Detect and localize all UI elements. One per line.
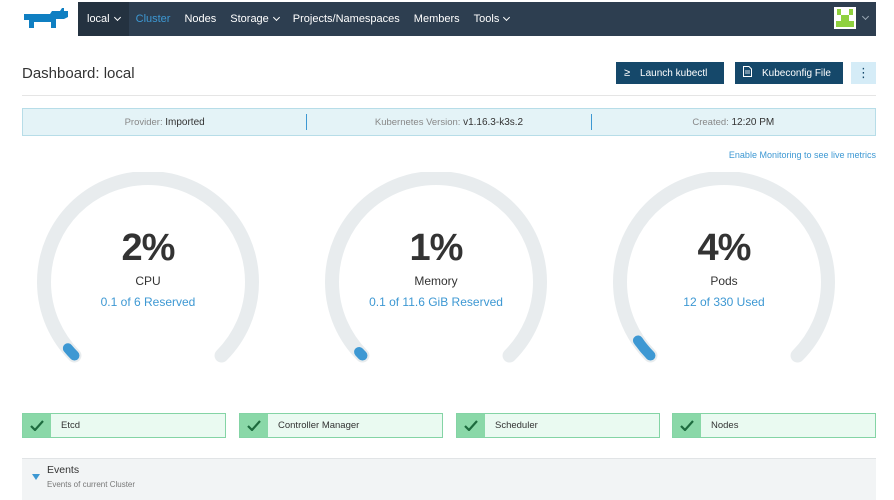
gauge-name: Pods xyxy=(710,274,738,288)
created-value: 12:20 PM xyxy=(731,116,775,128)
nav-item-tools[interactable]: Tools xyxy=(467,2,517,36)
rancher-logo-icon[interactable] xyxy=(20,6,72,32)
launch-kubectl-label: Launch kubectl xyxy=(640,67,708,79)
provider-label: Provider: xyxy=(124,116,163,128)
gauge-arc xyxy=(613,172,835,363)
component-label: Nodes xyxy=(711,420,739,431)
version-label: Kubernetes Version: xyxy=(374,116,461,128)
provider-value: Imported xyxy=(165,116,205,128)
nav-item-projects[interactable]: Projects/Namespaces xyxy=(286,2,407,36)
provider-info: Provider: Imported xyxy=(23,117,306,128)
component-status-scheduler: Scheduler xyxy=(456,413,660,438)
check-icon xyxy=(240,414,268,437)
version-info: Kubernetes Version: v1.16.3-k3s.2 xyxy=(307,117,590,128)
nav-item-label: Storage xyxy=(230,13,269,25)
nav-item-label: Projects/Namespaces xyxy=(292,13,400,25)
component-status-controller-manager: Controller Manager xyxy=(239,413,443,438)
chevron-down-icon xyxy=(272,13,280,22)
gauge-detail: 0.1 of 6 Reserved xyxy=(100,295,196,309)
top-bar: local Cluster Nodes Storage Projects/Nam… xyxy=(0,0,894,38)
chevron-down-icon xyxy=(503,13,511,22)
created-label: Created: xyxy=(692,116,729,128)
gauge-detail: 12 of 330 Used xyxy=(683,295,765,309)
nav-cluster-switcher[interactable]: local xyxy=(78,2,129,36)
kubeconfig-file-button[interactable]: Kubeconfig File xyxy=(735,62,843,84)
nav-item-cluster[interactable]: Cluster xyxy=(129,2,178,36)
gauge-fill xyxy=(62,343,80,361)
gauge-name: CPU xyxy=(135,274,161,288)
gauge-arc xyxy=(325,172,547,363)
divider xyxy=(22,95,876,96)
version-value: v1.16.3-k3s.2 xyxy=(463,116,524,128)
gauge-value: 1% xyxy=(409,227,464,269)
main-nav: local Cluster Nodes Storage Projects/Nam… xyxy=(78,2,876,36)
user-avatar-icon xyxy=(834,7,856,29)
nav-item-members[interactable]: Members xyxy=(407,2,467,36)
launch-kubectl-button[interactable]: ≥ Launch kubectl xyxy=(616,62,724,84)
gauge-detail: 0.1 of 11.6 GiB Reserved xyxy=(369,295,503,309)
nav-item-nodes[interactable]: Nodes xyxy=(177,2,223,36)
gauge-name: Memory xyxy=(414,274,458,288)
check-icon xyxy=(673,414,701,437)
gauge-value: 4% xyxy=(697,227,752,269)
component-status-nodes: Nodes xyxy=(672,413,876,438)
chevron-down-icon xyxy=(861,12,870,21)
events-panel[interactable]: Events Events of current Cluster xyxy=(22,458,876,500)
kubeconfig-file-label: Kubeconfig File xyxy=(762,67,831,79)
more-actions-button[interactable]: ⋮ xyxy=(851,62,876,84)
component-label: Etcd xyxy=(61,420,81,431)
gauge-fill xyxy=(354,346,368,361)
page-title: Dashboard: local xyxy=(22,65,135,82)
user-menu[interactable] xyxy=(834,7,870,29)
gauge-arc xyxy=(37,172,259,363)
gauge-value: 2% xyxy=(121,227,176,269)
file-icon xyxy=(743,66,752,80)
memory-gauge: 1% Memory 0.1 of 11.6 GiB Reserved xyxy=(322,172,550,372)
created-info: Created: 12:20 PM xyxy=(592,117,875,128)
nav-item-label: Cluster xyxy=(135,13,171,25)
enable-monitoring-link[interactable]: Enable Monitoring to see live metrics xyxy=(729,150,876,160)
cluster-info-bar: Provider: Imported Kubernetes Version: v… xyxy=(22,108,876,136)
caret-down-icon[interactable] xyxy=(32,474,40,480)
nav-item-label: Nodes xyxy=(184,13,217,25)
cpu-gauge: 2% CPU 0.1 of 6 Reserved xyxy=(34,172,262,372)
nav-item-storage[interactable]: Storage xyxy=(223,2,286,36)
nav-item-label: Members xyxy=(413,13,460,25)
check-icon xyxy=(23,414,51,437)
component-label: Scheduler xyxy=(495,420,538,431)
nav-cluster-label: local xyxy=(87,13,110,25)
component-status-etcd: Etcd xyxy=(22,413,226,438)
component-label: Controller Manager xyxy=(278,420,360,431)
chevron-down-icon xyxy=(113,13,121,22)
events-subtitle: Events of current Cluster xyxy=(47,480,136,489)
more-vertical-icon: ⋮ xyxy=(857,65,870,80)
terminal-icon: ≥ xyxy=(624,67,631,79)
nav-item-label: Tools xyxy=(473,13,500,25)
check-icon xyxy=(457,414,485,437)
pods-gauge: 4% Pods 12 of 330 Used xyxy=(610,172,838,372)
events-title: Events xyxy=(47,464,80,476)
